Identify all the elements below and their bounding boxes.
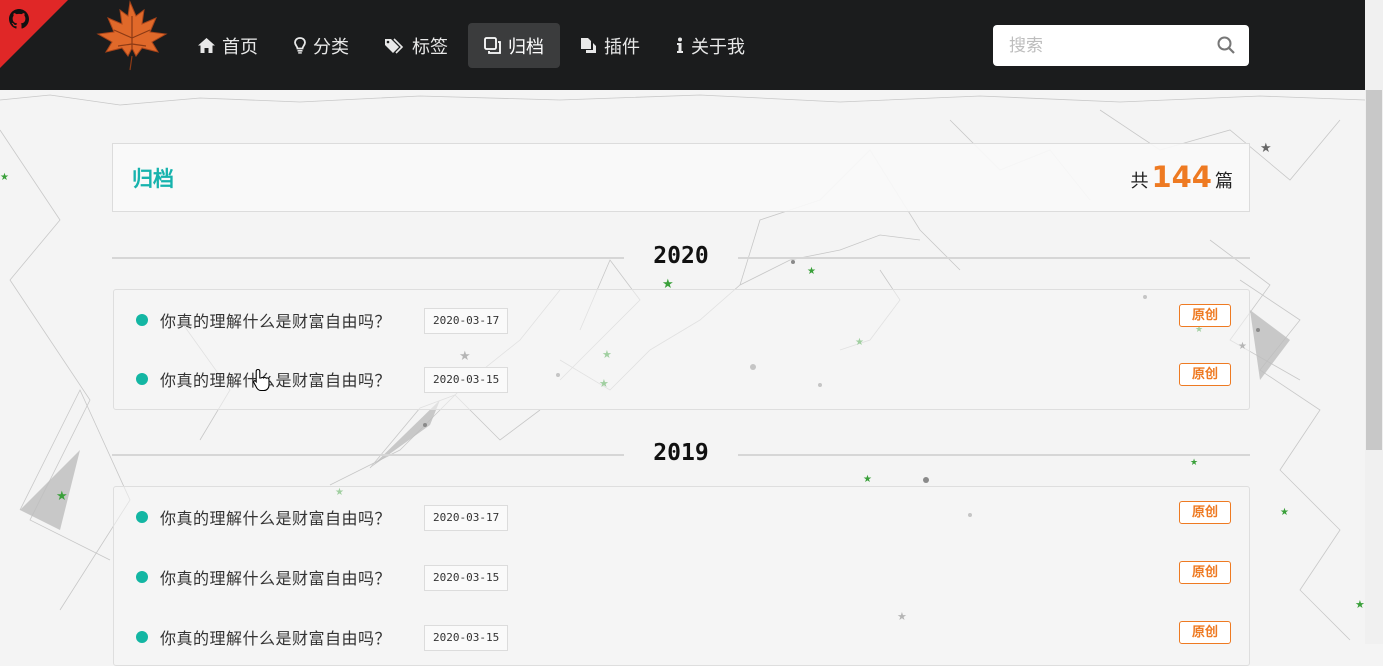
nav-item-categories[interactable]: 分类 — [278, 23, 365, 68]
search-box — [993, 25, 1249, 66]
post-title-link[interactable]: 你真的理解什么是财富自由吗？ — [160, 367, 391, 391]
bullet-dot — [136, 631, 148, 643]
bullet-dot — [136, 314, 148, 326]
svg-text:★: ★ — [0, 172, 9, 183]
post-title-link[interactable]: 你真的理解什么是财富自由吗？ — [160, 505, 391, 529]
list-item: 你真的理解什么是财富自由吗？ 2020-03-15 原创 — [114, 359, 1251, 399]
original-badge[interactable]: 原创 — [1179, 363, 1231, 386]
nav-label: 关于我 — [691, 36, 745, 58]
list-item: 你真的理解什么是财富自由吗？ 2020-03-15 原创 — [114, 557, 1251, 597]
post-date: 2020-03-17 — [424, 505, 509, 531]
nav-label: 分类 — [313, 36, 349, 58]
post-title-link[interactable]: 你真的理解什么是财富自由吗？ — [160, 308, 391, 332]
year-divider: 2020 — [112, 243, 1250, 273]
lightbulb-icon — [294, 37, 306, 54]
nav-label: 插件 — [604, 36, 640, 58]
count-prefix: 共 — [1130, 171, 1149, 192]
year-post-list: 你真的理解什么是财富自由吗？ 2020-03-17 原创 你真的理解什么是财富自… — [113, 486, 1250, 666]
nav-item-tags[interactable]: 标签 — [369, 23, 464, 68]
hand-pointer-cursor-icon — [253, 368, 270, 392]
copy-icon — [484, 37, 501, 54]
original-badge[interactable]: 原创 — [1179, 501, 1231, 524]
list-item: 你真的理解什么是财富自由吗？ 2020-03-17 原创 — [114, 300, 1251, 340]
nav-label: 归档 — [508, 36, 544, 58]
main-nav: 首页 分类 标签 归档 插件 关于我 — [182, 23, 765, 68]
year-label: 2020 — [653, 243, 709, 269]
nav-item-archive[interactable]: 归档 — [468, 23, 560, 68]
archive-header: 归档 共 144 篇 — [112, 143, 1250, 212]
maple-leaf-logo[interactable] — [92, 0, 172, 72]
post-date: 2020-03-15 — [424, 625, 509, 651]
svg-text:★: ★ — [863, 474, 872, 485]
original-badge[interactable]: 原创 — [1179, 561, 1231, 584]
github-icon[interactable] — [9, 9, 29, 29]
post-date: 2020-03-15 — [424, 565, 509, 591]
nav-label: 标签 — [412, 36, 448, 58]
nav-item-home[interactable]: 首页 — [182, 23, 274, 68]
post-count: 共 144 篇 — [1130, 160, 1233, 194]
files-icon — [581, 38, 596, 53]
info-icon — [677, 37, 683, 53]
list-item: 你真的理解什么是财富自由吗？ 2020-03-17 原创 — [114, 497, 1251, 537]
post-title-link[interactable]: 你真的理解什么是财富自由吗？ — [160, 565, 391, 589]
tags-icon — [385, 37, 404, 54]
original-badge[interactable]: 原创 — [1179, 304, 1231, 327]
count-number: 144 — [1151, 160, 1212, 194]
svg-text:★: ★ — [1280, 507, 1289, 518]
post-title-link[interactable]: 你真的理解什么是财富自由吗？ — [160, 625, 391, 649]
search-icon[interactable] — [1217, 36, 1235, 54]
svg-text:★: ★ — [56, 489, 68, 504]
nav-item-about[interactable]: 关于我 — [660, 23, 761, 68]
search-input[interactable] — [993, 25, 1219, 66]
nav-item-plugins[interactable]: 插件 — [564, 23, 656, 68]
post-date: 2020-03-15 — [424, 367, 509, 393]
bullet-dot — [136, 511, 148, 523]
nav-label: 首页 — [222, 36, 258, 58]
page-scrollbar-thumb[interactable] — [1366, 90, 1382, 450]
top-navbar: 首页 分类 标签 归档 插件 关于我 — [0, 0, 1383, 90]
list-item: 你真的理解什么是财富自由吗？ 2020-03-15 原创 — [114, 617, 1251, 657]
home-icon — [198, 38, 215, 53]
year-post-list: 你真的理解什么是财富自由吗？ 2020-03-17 原创 你真的理解什么是财富自… — [113, 289, 1250, 410]
svg-text:★: ★ — [1355, 598, 1365, 611]
post-date: 2020-03-17 — [424, 308, 509, 334]
page-title: 归档 — [132, 167, 174, 191]
count-suffix: 篇 — [1215, 171, 1233, 192]
bullet-dot — [136, 373, 148, 385]
year-label: 2019 — [653, 440, 709, 466]
bullet-dot — [136, 571, 148, 583]
year-divider: 2019 — [112, 440, 1250, 470]
svg-text:★: ★ — [1260, 141, 1272, 156]
original-badge[interactable]: 原创 — [1179, 621, 1231, 644]
